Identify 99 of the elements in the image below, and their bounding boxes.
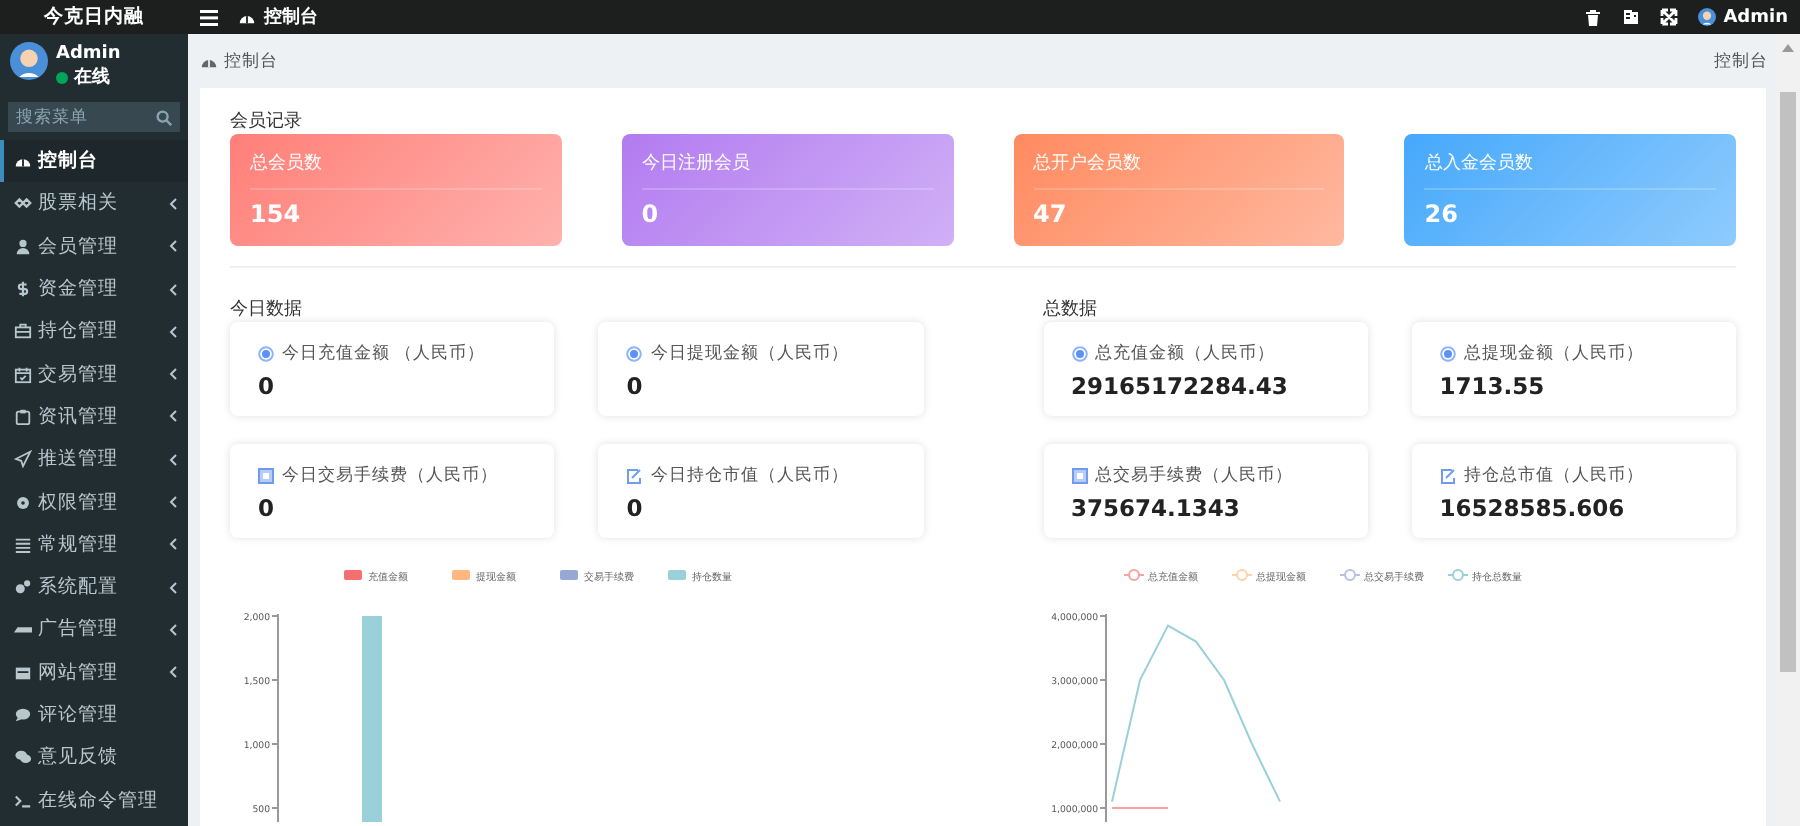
data-label: 今日交易手续费（人民币） <box>282 464 498 488</box>
comment-icon <box>14 706 32 724</box>
sidebar-item[interactable]: 资金管理 <box>0 267 188 311</box>
legend-swatch[interactable] <box>452 570 470 580</box>
data-value: 0 <box>258 494 277 522</box>
stat-value: 0 <box>641 200 661 228</box>
scrollbar-thumb[interactable] <box>1780 92 1796 672</box>
section-title: 会员记录 <box>230 112 302 132</box>
section-title: 今日数据 <box>230 300 302 320</box>
menu-icon[interactable] <box>200 9 218 25</box>
data-value: 0 <box>258 372 277 400</box>
terminal-icon <box>14 791 32 810</box>
breadcrumb-link[interactable]: 控制台 <box>200 49 278 73</box>
fullscreen-icon[interactable] <box>1659 8 1678 26</box>
breadcrumb-text: 控制台 <box>1714 49 1768 73</box>
sidebar-item[interactable]: 控制台 <box>0 140 188 183</box>
stat-label: 总入金会员数 <box>1424 150 1716 190</box>
radio-icon <box>1071 346 1087 362</box>
sidebar-item[interactable]: 常规管理 <box>0 523 188 566</box>
radio-icon <box>258 346 274 362</box>
stat-label: 今日注册会员 <box>641 150 933 190</box>
stat-value: 154 <box>250 200 303 228</box>
chevron-icon[interactable] <box>168 368 178 381</box>
sidebar-item[interactable]: 交易管理 <box>0 352 188 396</box>
briefcase-icon <box>14 322 32 341</box>
sidebar-item[interactable]: 资讯管理 <box>0 395 188 439</box>
chevron-icon[interactable] <box>168 581 178 594</box>
chevron-icon[interactable] <box>168 666 178 679</box>
chevron-icon[interactable] <box>168 325 178 338</box>
list-icon <box>14 535 32 554</box>
legend-marker[interactable] <box>1230 569 1252 581</box>
search-field[interactable]: 搜索菜单 <box>8 102 180 132</box>
sidebar-item[interactable]: 意见反馈 <box>0 736 188 779</box>
dollar-icon <box>14 280 32 299</box>
data-label: 今日持仓市值（人民币） <box>650 464 849 488</box>
sidebar-item[interactable]: 系统配置 <box>0 565 188 609</box>
edit-icon <box>626 468 643 484</box>
data-value: 1713.55 <box>1439 372 1547 400</box>
stat-label: 总会员数 <box>250 150 542 190</box>
stat-label: 总开户会员数 <box>1033 150 1325 190</box>
chevron-icon[interactable] <box>168 453 178 466</box>
calendar-icon <box>1071 468 1087 484</box>
user-menu[interactable]: Admin <box>1697 7 1788 27</box>
avatar-icon <box>10 42 48 80</box>
data-label: 总交易手续费（人民币） <box>1095 464 1293 488</box>
legend-marker[interactable] <box>1122 569 1144 581</box>
chevron-icon[interactable] <box>168 410 178 423</box>
sidebar-item[interactable]: 持仓管理 <box>0 310 188 353</box>
trash-icon[interactable] <box>1583 8 1602 26</box>
data-value: 16528585.606 <box>1439 494 1627 522</box>
edit-icon <box>1439 468 1456 484</box>
chevron-icon[interactable] <box>168 240 178 253</box>
user-name: Admin <box>56 44 121 64</box>
data-label: 总充值金额（人民币） <box>1095 342 1275 366</box>
section-title: 总数据 <box>1043 300 1097 320</box>
app-logo[interactable]: 今克日内融 <box>0 0 188 34</box>
sidebar-item[interactable]: 网站管理 <box>0 651 188 694</box>
legend-marker[interactable] <box>1446 569 1468 581</box>
data-value: 29165172284.43 <box>1071 372 1290 400</box>
sidebar-item[interactable]: 在线命令管理 <box>0 778 188 822</box>
radio-icon <box>626 346 643 362</box>
line-series <box>1110 807 1168 809</box>
stat-value: 26 <box>1424 200 1460 228</box>
chevron-icon[interactable] <box>168 197 178 210</box>
data-value: 375674.1343 <box>1071 494 1242 522</box>
radio-icon <box>1439 346 1456 362</box>
dashboard-tab[interactable]: 控制台 <box>238 4 318 30</box>
legend-swatch[interactable] <box>668 570 686 580</box>
clipboard-icon <box>14 407 32 426</box>
chevron-icon[interactable] <box>168 623 178 636</box>
data-value: 0 <box>626 372 645 400</box>
sidebar-item[interactable]: 会员管理 <box>0 225 188 268</box>
paper-plane-icon <box>14 450 32 469</box>
sidebar-item[interactable]: 广告管理 <box>0 608 188 652</box>
data-value: 0 <box>626 494 645 522</box>
data-label: 持仓总市值（人民币） <box>1463 464 1644 488</box>
calendar-icon <box>258 468 274 484</box>
sidebar-item[interactable]: 推送管理 <box>0 438 188 481</box>
chevron-icon[interactable] <box>168 538 178 551</box>
data-label: 总提现金额（人民币） <box>1463 342 1644 366</box>
sidebar-item[interactable]: 权限管理 <box>0 480 188 524</box>
chevron-icon[interactable] <box>168 496 178 509</box>
chevron-icon[interactable] <box>168 283 178 296</box>
user-icon <box>14 237 32 256</box>
sidebar-item[interactable]: 评论管理 <box>0 693 188 737</box>
avatar-icon <box>1697 8 1716 26</box>
data-label: 今日提现金额（人民币） <box>650 342 849 366</box>
legend-swatch[interactable] <box>560 570 578 580</box>
comments-icon <box>14 748 32 767</box>
data-label: 今日充值金额 （人民币） <box>282 342 486 366</box>
scrollbar[interactable] <box>1776 34 1800 826</box>
user-status: 在线 <box>74 64 110 90</box>
calendar-icon <box>14 365 32 384</box>
search-icon[interactable] <box>156 109 172 125</box>
window-icon <box>14 663 32 682</box>
legend-swatch[interactable] <box>344 570 362 580</box>
stat-value: 47 <box>1033 200 1069 228</box>
legend-marker[interactable] <box>1338 569 1360 581</box>
sidebar-item[interactable]: 股票相关 <box>0 182 188 226</box>
